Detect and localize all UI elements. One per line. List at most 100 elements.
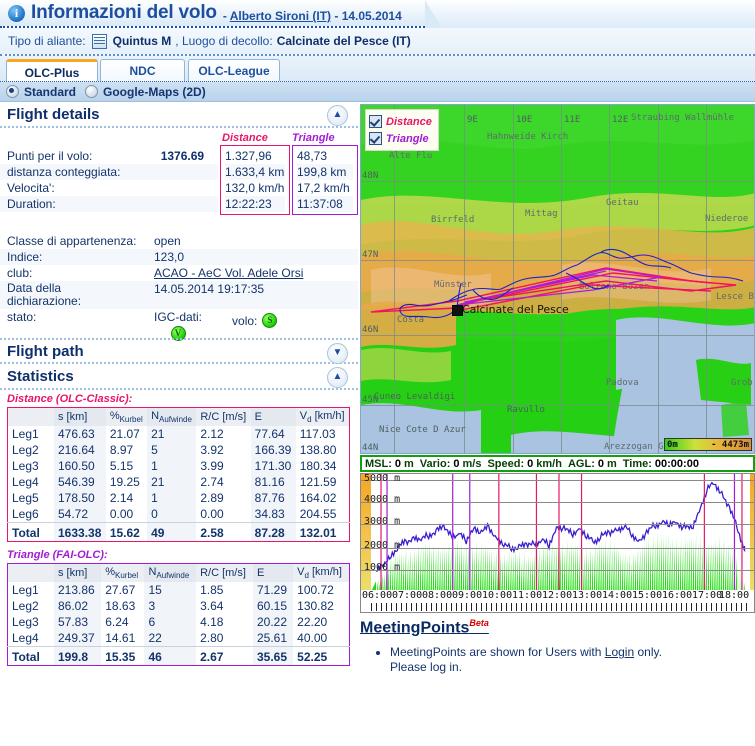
cell-kurbel: 6.24 [105,615,129,630]
cell-leg: Leg1 [12,427,39,442]
barogram-y-tick: 2000 m [364,540,401,551]
tab-olc-plus[interactable]: OLC-Plus [6,59,98,81]
cell-vd: 22.20 [297,615,328,630]
mp-text-pre: MeetingPoints are shown for Users with [390,645,605,660]
table-total-row: Total 199.8 15.35 46 2.67 35.65 52.25 [7,646,350,666]
chevron-down-icon[interactable]: ▼ [327,343,348,364]
table-row: Leg6 54.72 0.00 0 0.00 34.83 204.55 [8,506,350,523]
section-statistics[interactable]: Statistics ▲ [0,364,358,390]
flight-track-overlay [370,248,744,319]
header-subtitle: - Alberto Sironi (IT) - 14.05.2014 [223,3,402,23]
detail-label: Classe di appartenenza: [7,234,137,248]
chevron-up-icon[interactable]: ▲ [327,105,348,126]
cell-leg: Leg1 [12,583,39,598]
legend-item-triangle[interactable]: Triangle [369,130,432,147]
distance-duration: 12:22:23 [225,196,285,212]
cell-vd: 100.72 [297,583,334,598]
barogram-minor-ticks [371,603,750,611]
elevation-scale-bar: 0m - 4473m [664,438,752,451]
view-mode-row: Standard Google-Maps (2D) [0,82,755,102]
cell-e: 81.16 [250,474,296,491]
club-link[interactable]: ACAO - AeC Vol. Adele Orsi [154,266,303,280]
barogram-x-tick: 09:00 [452,590,483,601]
speed-unit: km/h [536,457,562,470]
cell-n: 1 [147,490,197,507]
detail-value: 123,0 [147,249,358,265]
triangle-column-header: Triangle [292,132,335,144]
table-row: Leg2 86.02 18.63 3 3.64 60.15 130.82 [8,598,350,615]
barogram-gridline [361,548,754,549]
cell-leg: Leg4 [12,475,39,490]
distance-statistics-table: s [km] %Kurbel NAufwinde R/C [m/s] E Vd … [7,407,350,543]
tab-ndc[interactable]: NDC [100,59,185,81]
triangle-speed: 17,2 km/h [297,181,350,195]
flight-map[interactable]: 9E 10E 11E 12E 48N 47N 46N 45N 44N Hahnw… [360,104,755,454]
triangle-duration: 11:37:08 [297,196,353,212]
cell-n: 1 [147,458,197,475]
barogram-x-tick: 10:00 [482,590,513,601]
detail-value: 14.05.2014 19:17:35 [147,281,358,309]
cell-rc: 4.18 [200,615,224,630]
legend-label-distance: Distance [386,115,432,128]
agl-unit: m [606,457,617,470]
statistics-title: Statistics [7,367,74,385]
col-rc: R/C [m/s] [196,407,251,427]
pilot-link[interactable]: Alberto Sironi (IT) [230,9,331,23]
cell-s: 178.50 [54,490,106,507]
agl-label: AGL: [567,457,595,470]
triangle-checkbox[interactable] [369,132,382,145]
cell-kurbel: 21.07 [109,427,140,442]
cell-leg: Leg6 [12,507,39,522]
col-e: E [250,407,296,427]
meeting-points-title[interactable]: MeetingPointsBeta [360,618,489,637]
radio-standard-label[interactable]: Standard [24,85,76,99]
cell-s: 54.72 [54,506,106,523]
table-row: Leg1 476.63 21.07 21 2.12 77.64 117.03 [8,426,350,443]
detail-label: Duration: [0,196,154,212]
content-body: Flight details ▲ Distance Triangle Punti… [0,102,755,725]
barogram-x-tick: 07:00 [392,590,423,601]
cell-leg: Leg3 [12,459,39,474]
col-percent-sub: Kurbel [119,415,143,425]
cell-rc: 3.99 [200,459,224,474]
cell-n: 15 [144,582,197,599]
flight-readout-bar: MSL: 0 m Vario: 0 m/s Speed: 0 km/h AGL:… [360,455,755,472]
cell-total-n: 46 [144,646,197,666]
cell-s: 476.63 [54,426,106,443]
time-label: Time: [622,457,652,470]
table-row: Leg4 546.39 19.25 21 2.74 81.16 121.59 [8,474,350,491]
cell-total-e: 35.65 [252,646,294,666]
cell-vd: 138.80 [299,443,337,458]
table-row: Leg2 216.64 8.97 5 3.92 166.39 138.80 [8,442,350,459]
radio-standard[interactable] [6,85,19,98]
radio-google-maps[interactable] [85,85,99,98]
cell-n: 21 [147,474,197,491]
detail-row: Punti per il volo: 1376.69 [0,148,218,164]
vario-unit: m/s [462,457,482,470]
cell-s: 546.39 [54,474,106,491]
distance-checkbox[interactable] [369,115,382,128]
distance-column-header: Distance [222,132,268,144]
distance-speed: 132,0 km/h [225,181,285,195]
cell-total-e: 87.28 [250,522,296,542]
scale-min-label: 0m [667,439,678,450]
barogram-y-tick: 4000 m [364,494,401,505]
radio-google-maps-label[interactable]: Google-Maps (2D) [103,85,206,99]
chevron-up-icon[interactable]: ▲ [327,367,348,388]
legend-item-distance[interactable]: Distance [369,113,432,130]
meeting-points-list: MeetingPoints are shown for Users with L… [378,645,755,675]
tab-bar: OLC-Plus NDC OLC-League [0,56,755,82]
cell-e: 34.83 [250,506,296,523]
tab-olc-league[interactable]: OLC-League [188,59,280,81]
cell-leg: Leg2 [12,599,39,614]
section-flight-path[interactable]: Flight path ▼ [0,338,358,364]
detail-row: Classe di appartenenza: open [0,233,358,249]
barogram-chart[interactable]: 1000 m 2000 m 3000 m 4000 m 5000 m 06:00… [360,473,755,613]
login-link[interactable]: Login [605,645,634,659]
cell-e: 77.64 [250,426,296,443]
msl-label: MSL: [365,457,392,470]
col-n-aufwinde: NAufwinde [147,407,197,427]
col-n-aufwinde: NAufwinde [144,563,197,583]
col-vd-main: V [299,410,308,422]
cell-leg: Leg3 [12,615,39,630]
